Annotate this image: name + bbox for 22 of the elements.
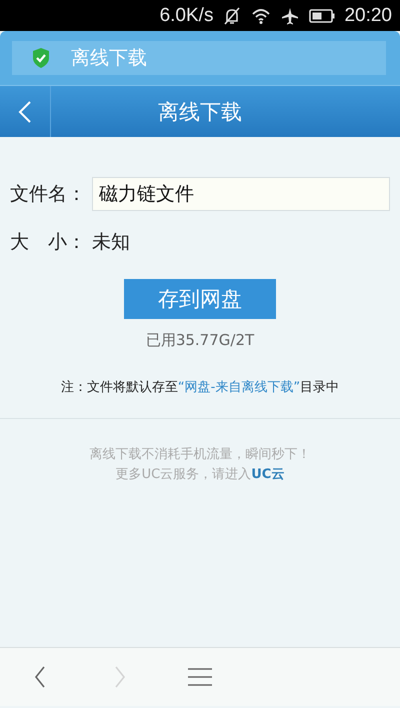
network-speed: 6.0K/s (160, 4, 214, 26)
address-bar[interactable]: 离线下载 (12, 41, 386, 75)
size-label: 大 小： (10, 230, 87, 255)
storage-usage: 已用35.77G/2T (146, 331, 254, 350)
back-icon (18, 100, 32, 124)
file-name-label: 文件名： (10, 182, 87, 207)
note-text: 注：文件将默认存至“网盘-来自离线下载”目录中 (60, 379, 340, 396)
uc-cloud-link[interactable]: UC云 (251, 467, 284, 482)
promo-text: 离线下载不消耗手机流量，瞬间秒下！ (90, 446, 310, 464)
back-icon[interactable] (33, 665, 47, 689)
muted-bell-icon (222, 6, 242, 26)
shield-check-icon (31, 47, 51, 69)
page-title: 离线下载 (71, 46, 147, 71)
save-to-cloud-button[interactable]: 存到网盘 (124, 279, 276, 319)
battery-icon (309, 8, 336, 24)
header-title: 离线下载 (158, 98, 242, 126)
promo-text-link: 更多UC云服务，请进入UC云 (116, 466, 284, 484)
folder-link[interactable]: “网盘-来自离线下载” (178, 380, 300, 395)
clock: 20:20 (344, 4, 392, 26)
size-value: 未知 (92, 230, 130, 255)
file-name-field[interactable]: 磁力链文件 (92, 177, 390, 211)
menu-icon[interactable] (187, 666, 213, 688)
